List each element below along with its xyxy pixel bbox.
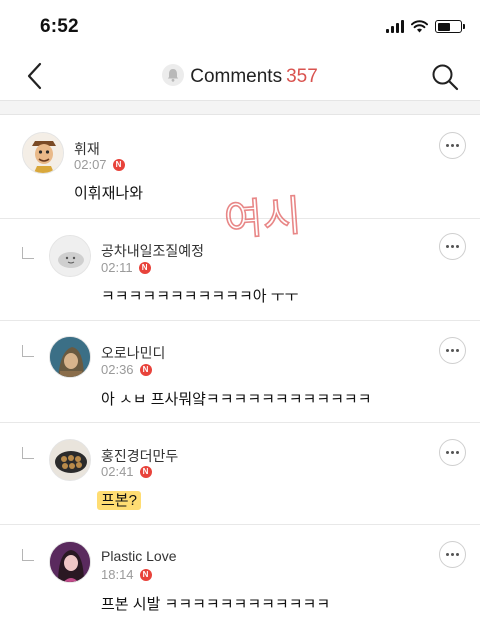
comment-meta: 02:11 N — [101, 260, 151, 275]
status-icons — [386, 20, 465, 33]
reply-item: 홍진경더만두 02:41 N 프본? — [0, 423, 480, 525]
more-options-button[interactable] — [439, 337, 466, 364]
comment-text: ㅋㅋㅋㅋㅋㅋㅋㅋㅋㅋㅋ아 ㅜㅜ — [101, 288, 299, 305]
comment-text: 프본? — [97, 489, 141, 510]
annotation-text: 여시 — [223, 191, 304, 245]
avatar[interactable] — [22, 132, 64, 174]
status-time: 6:52 — [40, 16, 79, 37]
comment-text: 이휘재나와 — [74, 185, 144, 202]
comment-time: 02:11 — [101, 260, 133, 275]
reply-item: Plastic Love 18:14 N 프본 시발 ㅋㅋㅋㅋㅋㅋㅋㅋㅋㅋㅋㅋ — [0, 525, 480, 626]
more-options-button[interactable] — [439, 132, 466, 159]
comment-text: 프본 시발 ㅋㅋㅋㅋㅋㅋㅋㅋㅋㅋㅋㅋ — [101, 596, 331, 613]
comment-meta: 02:41 N — [101, 464, 152, 479]
reply-arrow-icon — [22, 345, 34, 357]
handwritten-annotation: 여시 — [222, 190, 304, 246]
reply-arrow-icon — [22, 447, 34, 459]
comment-meta: 18:14 N — [101, 567, 152, 582]
reply-item: 오로나민디 02:36 N 아 ㅅㅂ 프사뭐얔ㅋㅋㅋㅋㅋㅋㅋㅋㅋㅋㅋㅋ — [0, 321, 480, 423]
avatar[interactable] — [49, 439, 91, 481]
new-badge: N — [139, 363, 152, 376]
more-options-button[interactable] — [439, 541, 466, 568]
more-options-button[interactable] — [439, 233, 466, 260]
comment-author[interactable]: 휘재 — [74, 139, 100, 159]
new-badge: N — [139, 465, 152, 478]
nav-title: Comments 357 — [0, 64, 480, 88]
wifi-icon — [411, 20, 428, 33]
new-badge: N — [112, 158, 125, 171]
new-badge: N — [139, 568, 152, 581]
bell-icon — [162, 64, 185, 86]
comment-author[interactable]: Plastic Love — [101, 548, 176, 564]
reply-arrow-icon — [22, 549, 34, 561]
battery-icon — [435, 20, 465, 33]
avatar[interactable] — [49, 541, 91, 583]
new-badge: N — [138, 261, 151, 274]
avatar[interactable] — [49, 336, 91, 378]
comment-author[interactable]: 공차내일조질예정 — [101, 241, 204, 261]
comment-author[interactable]: 오로나민디 — [101, 343, 165, 363]
more-options-button[interactable] — [439, 439, 466, 466]
comment-text: 아 ㅅㅂ 프사뭐얔ㅋㅋㅋㅋㅋㅋㅋㅋㅋㅋㅋㅋ — [101, 391, 372, 408]
comment-time: 18:14 — [101, 567, 134, 582]
search-button[interactable] — [430, 62, 460, 92]
comment-meta: 02:36 N — [101, 362, 152, 377]
page-title: Comments — [190, 66, 283, 87]
reply-arrow-icon — [22, 247, 34, 259]
cellular-signal-icon — [386, 20, 404, 33]
highlighted-text: 프본? — [97, 491, 141, 510]
comment-count: 357 — [286, 66, 318, 87]
comment-time: 02:07 — [74, 157, 107, 172]
comment-time: 02:41 — [101, 464, 134, 479]
nav-bar: Comments 357 — [0, 52, 480, 100]
section-spacer — [0, 101, 480, 115]
comment-author[interactable]: 홍진경더만두 — [101, 446, 178, 466]
comment-meta: 02:07 N — [74, 157, 125, 172]
status-bar: 6:52 — [0, 0, 480, 52]
avatar[interactable] — [49, 235, 91, 277]
comment-time: 02:36 — [101, 362, 134, 377]
